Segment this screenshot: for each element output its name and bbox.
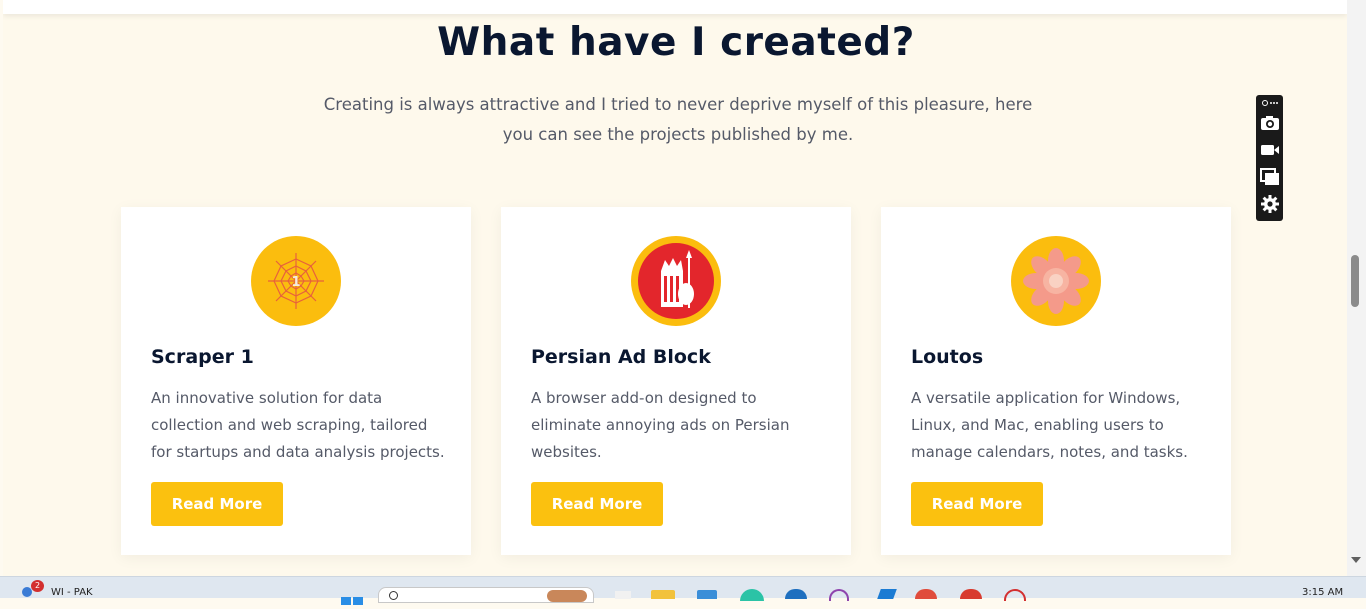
project-title: Scraper 1 <box>151 346 254 368</box>
project-title: Persian Ad Block <box>531 346 711 368</box>
section-heading: What have I created? <box>437 20 915 65</box>
os-taskbar: 2 WI - PAK 3:15 AM <box>0 576 1366 605</box>
file-icon[interactable] <box>615 591 631 599</box>
gear-icon[interactable] <box>1259 193 1280 214</box>
subtitle-line-2: you can see the projects published by me… <box>502 125 854 144</box>
app-icon-circle[interactable] <box>1004 589 1026 601</box>
folder-icon[interactable] <box>651 590 675 599</box>
toolbar-menu-icon[interactable] <box>1259 97 1280 109</box>
read-more-button[interactable]: Read More <box>911 482 1043 526</box>
project-description: An innovative solution for data collecti… <box>151 389 445 461</box>
persian-soldier-icon <box>631 236 721 326</box>
weather-label: WI - PAK <box>51 587 93 598</box>
project-card-scraper: 1 Scraper 1 An innovative solution for d… <box>121 207 471 555</box>
project-description: A browser add-on designed to eliminate a… <box>531 389 790 461</box>
project-title: Loutos <box>911 346 984 368</box>
read-more-button[interactable]: Read More <box>531 482 663 526</box>
project-description: A versatile application for Windows, Lin… <box>911 389 1188 461</box>
windows-start-icon[interactable] <box>341 590 363 609</box>
header-bar <box>3 0 1347 14</box>
taskbar-clock: 3:15 AM <box>1302 587 1344 598</box>
lotus-flower-icon <box>1011 236 1101 326</box>
store-icon[interactable] <box>697 590 717 599</box>
page-content: What have I created? Creating is always … <box>3 0 1347 576</box>
vertical-scrollbar[interactable] <box>1347 0 1366 576</box>
app-icon-red[interactable] <box>915 589 937 599</box>
search-icon <box>389 591 398 600</box>
search-highlight-image <box>547 590 587 602</box>
video-camera-icon[interactable] <box>1259 139 1280 160</box>
weather-icon[interactable] <box>22 587 32 597</box>
subtitle-line-1: Creating is always attractive and I trie… <box>323 95 1033 114</box>
app-icon-purple[interactable] <box>829 589 849 601</box>
read-more-button[interactable]: Read More <box>151 482 283 526</box>
taskbar-search-box[interactable] <box>378 587 594 603</box>
project-card-persian-ad-block: Persian Ad Block A browser add-on design… <box>501 207 851 555</box>
app-icon-teal[interactable] <box>740 589 764 601</box>
section-subtitle: Creating is always attractive and I trie… <box>313 90 1043 150</box>
notification-badge: 2 <box>31 580 44 592</box>
camera-icon[interactable] <box>1259 112 1280 133</box>
chrome-icon[interactable] <box>960 589 982 599</box>
capture-toolbar <box>1256 95 1283 221</box>
project-card-loutos: Loutos A versatile application for Windo… <box>881 207 1231 555</box>
scrollbar-thumb[interactable] <box>1351 255 1359 307</box>
spider-web-icon: 1 <box>251 236 341 326</box>
scroll-down-arrow-icon[interactable] <box>1351 557 1361 563</box>
edge-icon[interactable] <box>785 589 807 599</box>
vscode-icon[interactable] <box>877 589 897 599</box>
svg-text:1: 1 <box>291 275 300 290</box>
window-capture-icon[interactable] <box>1259 166 1280 187</box>
